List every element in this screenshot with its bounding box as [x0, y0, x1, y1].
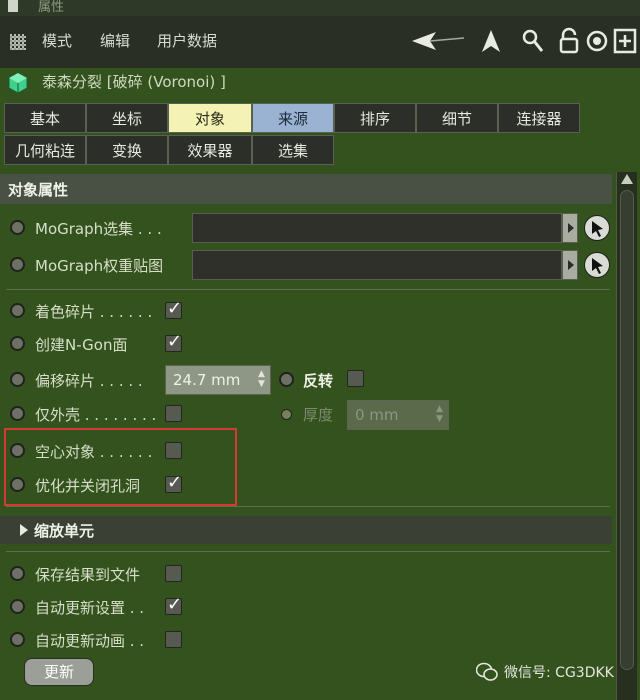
checkmark-icon: ✓: [167, 298, 183, 319]
menu-edit[interactable]: 编辑: [100, 30, 130, 51]
grid-menu-icon[interactable]: [10, 34, 26, 50]
mograph-weight-field[interactable]: [192, 250, 562, 280]
voronoi-fracture-icon: [8, 72, 28, 94]
tab-geometry-glue[interactable]: 几何粘连: [4, 135, 86, 165]
auto-update-animation-checkbox[interactable]: [165, 631, 182, 648]
save-to-file-checkbox[interactable]: [165, 565, 182, 582]
thickness-label: 厚度: [303, 406, 334, 424]
create-ngon-checkbox[interactable]: ✓: [165, 331, 182, 352]
pick-arrow-icon: [592, 221, 603, 237]
outer-shell-anim-dot[interactable]: [10, 406, 25, 421]
thickness-input: 0 mm: [347, 400, 449, 430]
thickness-anim-dot[interactable]: [281, 409, 292, 420]
mograph-weight-label: MoGraph权重贴图: [35, 257, 164, 275]
wechat-icon: [476, 662, 498, 681]
mograph-selection-pick-button[interactable]: [584, 215, 610, 241]
mograph-selection-anim-dot[interactable]: [10, 220, 25, 235]
tab-coordinates[interactable]: 坐标: [86, 103, 168, 133]
tab-basic[interactable]: 基本: [4, 103, 86, 133]
auto-update-settings-anim-dot[interactable]: [10, 599, 25, 614]
mograph-selection-field[interactable]: [192, 213, 562, 243]
tab-transform[interactable]: 变换: [86, 135, 168, 165]
color-fragments-anim-dot[interactable]: [10, 303, 25, 318]
mograph-weight-anim-dot[interactable]: [10, 257, 25, 272]
tab-selections[interactable]: 选集: [252, 135, 334, 165]
thickness-stepper: ▲ ▼: [436, 404, 443, 424]
scale-cells-title: 缩放单元: [34, 522, 95, 540]
scrollbar-thumb[interactable]: [620, 190, 634, 670]
color-fragments-checkbox[interactable]: ✓: [165, 298, 182, 319]
auto-update-animation-anim-dot[interactable]: [10, 632, 25, 647]
pick-arrow-icon: [592, 258, 603, 274]
scrollbar[interactable]: [616, 172, 637, 700]
save-to-file-label: 保存结果到文件: [35, 566, 141, 584]
tab-object[interactable]: 对象: [168, 103, 252, 133]
title-strip: 属性: [0, 0, 640, 16]
auto-update-animation-label: 自动更新动画 . .: [35, 632, 145, 650]
back-arrow-icon[interactable]: [410, 26, 466, 56]
offset-fragments-input[interactable]: 24.7 mm: [165, 365, 271, 395]
divider: [6, 506, 610, 507]
menu-user-data[interactable]: 用户数据: [157, 30, 217, 51]
target-icon[interactable]: [584, 26, 610, 56]
auto-update-settings-checkbox[interactable]: ✓: [165, 594, 182, 615]
divider: [6, 551, 610, 552]
checkmark-icon: ✓: [167, 331, 183, 352]
search-icon[interactable]: [520, 26, 546, 56]
offset-fragments-value: 24.7 mm: [173, 371, 241, 389]
auto-update-settings-label: 自动更新设置 . .: [35, 599, 145, 617]
mograph-weight-pick-button[interactable]: [584, 252, 610, 278]
offset-fragments-stepper[interactable]: ▲ ▼: [258, 369, 268, 391]
up-arrow-icon[interactable]: [478, 26, 504, 56]
outer-shell-checkbox[interactable]: [165, 405, 182, 422]
create-ngon-anim-dot[interactable]: [10, 336, 25, 351]
tab-connector[interactable]: 连接器: [498, 103, 580, 133]
highlight-annotation-box: [4, 428, 237, 506]
menu-mode[interactable]: 模式: [42, 30, 72, 51]
tab-effectors[interactable]: 效果器: [168, 135, 252, 165]
tab-sort[interactable]: 排序: [334, 103, 416, 133]
mograph-selection-label: MoGraph选集 . . .: [35, 220, 162, 238]
thickness-value: 0 mm: [355, 406, 399, 424]
scroll-up-icon[interactable]: [621, 174, 633, 184]
offset-fragments-label: 偏移碎片 . . . . .: [35, 372, 143, 390]
invert-checkbox[interactable]: [347, 370, 364, 387]
object-properties-header[interactable]: 对象属性: [0, 174, 612, 204]
watermark-text: 微信号: CG3DKK: [504, 665, 614, 681]
create-ngon-label: 创建N-Gon面: [35, 336, 128, 354]
expand-arrow-icon[interactable]: [20, 524, 28, 536]
object-title: 泰森分裂 [破碎 (Voronoi) ]: [42, 73, 226, 91]
save-to-file-anim-dot[interactable]: [10, 566, 25, 581]
mograph-weight-dropdown[interactable]: [562, 250, 578, 280]
watermark: 微信号: CG3DKK: [476, 662, 614, 682]
mograph-selection-dropdown[interactable]: [562, 213, 578, 243]
menu-bar: 模式 编辑 用户数据: [0, 16, 640, 68]
window-title: 属性: [38, 0, 65, 15]
offset-fragments-anim-dot[interactable]: [10, 372, 25, 387]
divider: [6, 289, 610, 290]
section-title: 对象属性: [8, 181, 69, 199]
object-title-row: 泰森分裂 [破碎 (Voronoi) ]: [0, 68, 640, 96]
color-fragments-label: 着色碎片 . . . . . .: [35, 303, 153, 321]
scale-cells-header[interactable]: 缩放单元: [0, 516, 612, 544]
checkmark-icon: ✓: [167, 594, 183, 615]
invert-label: 反转: [303, 372, 334, 390]
tab-details[interactable]: 细节: [416, 103, 498, 133]
window-icon: [8, 0, 18, 12]
new-panel-icon[interactable]: [612, 26, 638, 56]
invert-anim-dot[interactable]: [279, 372, 294, 387]
tab-source[interactable]: 来源: [252, 103, 334, 133]
lock-icon[interactable]: [556, 26, 582, 56]
update-button[interactable]: 更新: [24, 658, 94, 686]
outer-shell-label: 仅外壳 . . . . . . . .: [35, 406, 157, 424]
